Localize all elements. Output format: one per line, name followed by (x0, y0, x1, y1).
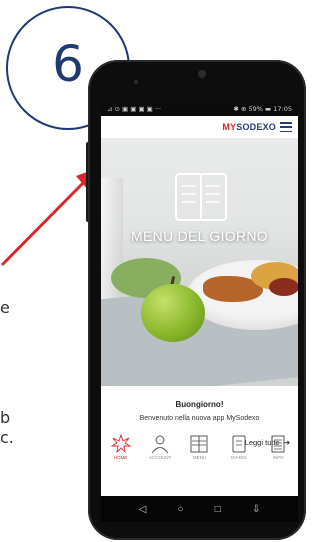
nav-item-home[interactable]: HOME (103, 434, 139, 460)
expand-icon[interactable]: ⇩ (252, 504, 260, 515)
home-circle-icon[interactable]: ○ (178, 504, 184, 515)
phone-speaker (198, 70, 206, 78)
info-list-icon (271, 435, 285, 453)
status-left: ⊿ ⊙ ▣ ▣ ▣ ▣ ··· (107, 105, 162, 113)
nav-label-account: ACCOUNT (148, 455, 172, 460)
home-spark-icon (110, 434, 131, 454)
nav-label-menu: MENU (192, 455, 207, 460)
nav-label-diary: DIARIO (231, 455, 247, 460)
recents-icon[interactable]: □ (215, 504, 221, 515)
system-navigation-bar: ◁ ○ □ ⇩ (101, 496, 298, 522)
status-right: ✱ ⊕ 59% ▬ 17:05 (233, 105, 292, 113)
brand-logo[interactable]: MYSODEXO (222, 122, 276, 132)
edge-text-1: e (0, 298, 10, 317)
menu-of-the-day-title: MENU DEL GIORNO (131, 228, 268, 244)
nav-label-info: INFO (272, 455, 284, 460)
apple-image (141, 284, 205, 342)
menu-of-the-day-banner[interactable]: MENU DEL GIORNO (101, 138, 298, 386)
nav-item-menu[interactable]: MENU (181, 434, 217, 460)
person-icon (151, 435, 169, 454)
phone-camera (134, 80, 138, 84)
phone-screen: ⊿ ⊙ ▣ ▣ ▣ ▣ ··· ✱ ⊕ 59% ▬ 17:05 MYSODEXO (101, 102, 298, 522)
edge-text-2: b (0, 408, 11, 427)
status-bar: ⊿ ⊙ ▣ ▣ ▣ ▣ ··· ✱ ⊕ 59% ▬ 17:05 (101, 102, 298, 116)
greeting-section: Buongiorno! Benvenuto nella nuova app My… (101, 386, 298, 422)
menu-book-icon (175, 173, 227, 221)
phone-frame: ⊿ ⊙ ▣ ▣ ▣ ▣ ··· ✱ ⊕ 59% ▬ 17:05 MYSODEXO (88, 60, 306, 540)
step-number: 6 (52, 35, 84, 93)
diary-icon (232, 435, 246, 453)
nav-item-diary[interactable]: DIARIO (221, 434, 257, 460)
brand-suffix: SODEXO (236, 122, 276, 132)
app-header: MYSODEXO (101, 116, 298, 138)
nav-label-home: HOME (113, 455, 128, 460)
food-image (269, 278, 298, 296)
nav-item-info[interactable]: INFO (260, 434, 296, 460)
bottom-navigation: HOME ACCOUNT MENU DIARIO INFO (101, 430, 298, 466)
back-icon[interactable]: ◁ (139, 504, 147, 515)
brand-prefix: MY (222, 122, 237, 132)
greeting-subtitle: Benvenuto nella nuova app MySodexo (139, 415, 260, 422)
nav-item-account[interactable]: ACCOUNT (142, 434, 178, 460)
edge-text-3: c. (0, 428, 14, 447)
hamburger-menu-icon[interactable] (280, 122, 292, 132)
greeting-title: Buongiorno! (175, 400, 224, 409)
menu-book-icon (190, 435, 208, 453)
